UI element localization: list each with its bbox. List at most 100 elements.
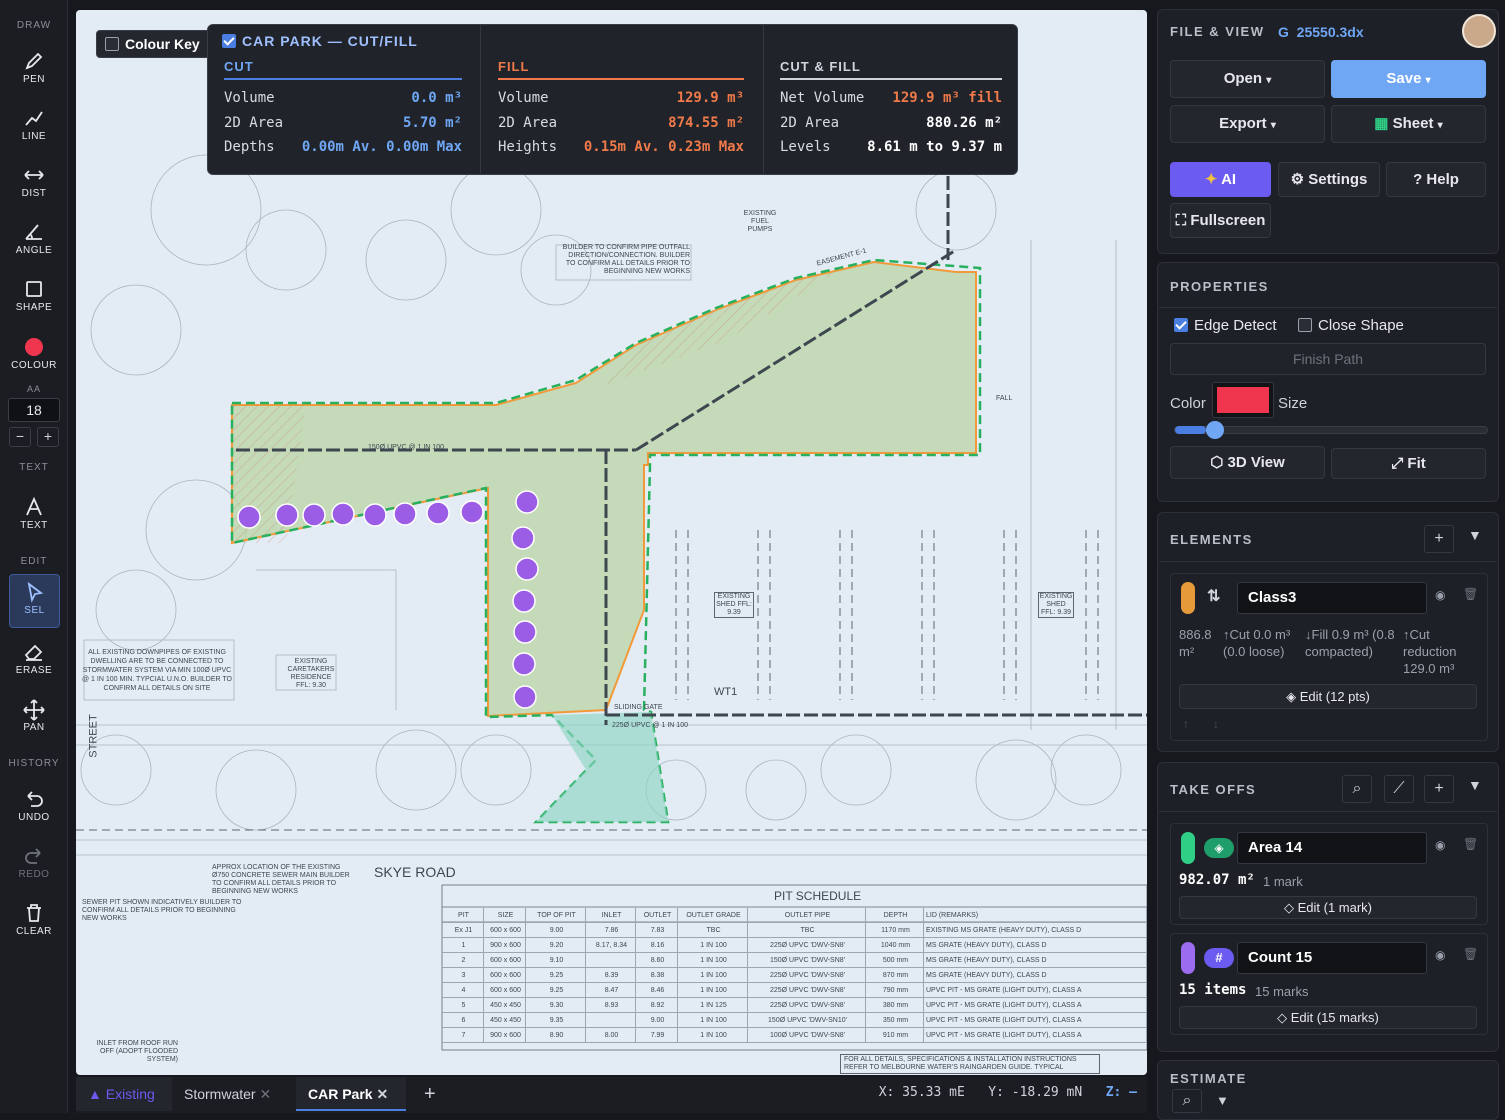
eye-icon[interactable]: ◉ [1435, 838, 1445, 852]
size-slider[interactable] [1174, 421, 1488, 439]
pit-table-row: 3 600 x 600 9.25 8.39 8.38 1 IN 100 225Ø UPVC … [442, 968, 1147, 983]
pit-table-header-row: PIT SIZE TOP OF PIT INLET OUTLET OUTLET GRADE… [442, 908, 1147, 923]
add-tab-button[interactable]: + [412, 1077, 444, 1111]
pit-schedule-table: PIT SIZE TOP OF PIT INLET OUTLET OUTLET GRADE… [442, 908, 1147, 1043]
edit-points-label: Edit (12 pts) [1299, 689, 1370, 704]
increase-size-button[interactable]: + [37, 427, 59, 447]
sheet-button[interactable]: ▦ Sheet ▾ [1331, 105, 1486, 143]
colour-tool-button[interactable]: COLOUR [6, 330, 62, 384]
settings-button[interactable]: ⚙ Settings [1278, 162, 1380, 197]
hash-icon[interactable]: # [1204, 948, 1234, 968]
cut-fill-checkbox[interactable] [222, 34, 236, 48]
pit-table-cell: 9.30 [526, 998, 586, 1012]
close-icon[interactable]: ✕ [376, 1086, 388, 1102]
close-shape-checkbox[interactable] [1298, 318, 1312, 332]
trash-icon[interactable]: 🗑 [1463, 947, 1478, 961]
move-down-icon[interactable]: ↓ [1213, 717, 1219, 731]
collapse-chevron-icon[interactable]: ▼ [1216, 1093, 1229, 1108]
divider [1159, 811, 1497, 812]
pit-table-cell: 225Ø UPVC 'DWV-SN8' [748, 983, 866, 997]
collapse-chevron-icon[interactable]: ▼ [1468, 777, 1482, 793]
tab-stormwater[interactable]: Stormwater ✕ [172, 1077, 292, 1111]
finish-path-button[interactable]: Finish Path [1170, 343, 1486, 375]
caret-down-icon: ▾ [1425, 75, 1431, 86]
cut-header: CUT [224, 59, 462, 80]
text-tool-button[interactable]: TEXT [6, 490, 62, 544]
takeoff-value: 982.07 m² [1179, 872, 1255, 888]
eye-icon[interactable]: ◉ [1435, 588, 1445, 602]
pit-table-row: 6 450 x 450 9.35 9.00 1 IN 100 150Ø UPVC 'DWV… [442, 1013, 1147, 1028]
trash-icon[interactable]: 🗑 [1463, 837, 1478, 851]
edit-marks-button[interactable]: ◇ Edit (1 mark) [1179, 896, 1477, 919]
collapse-chevron-icon[interactable]: ▼ [1468, 527, 1482, 543]
line-tool-button[interactable]: LINE [6, 101, 62, 155]
measure-tool-button[interactable]: ⟋ [1384, 775, 1414, 803]
shape-tool-button[interactable]: SHAPE [6, 272, 62, 326]
takeoff-color-pill[interactable] [1181, 832, 1195, 864]
3d-view-label: 3D View [1227, 454, 1285, 471]
ai-button[interactable]: ✦ AI [1170, 162, 1271, 197]
erase-tool-button[interactable]: ERASE [6, 635, 62, 689]
search-takeoffs-button[interactable]: ⌕ [1342, 775, 1372, 803]
pit-table-cell: 8.16 [636, 938, 678, 952]
move-up-icon[interactable]: ↑ [1183, 717, 1189, 731]
file-name-row[interactable]: G 25550.3dx [1278, 24, 1364, 40]
element-color-pill[interactable] [1181, 582, 1195, 614]
expand-icon: ⛶ [1175, 212, 1187, 229]
redo-button[interactable]: REDO [6, 839, 62, 893]
colour-key-checkbox[interactable] [105, 37, 119, 51]
color-picker[interactable] [1212, 382, 1274, 418]
export-button[interactable]: Export ▾ [1170, 105, 1325, 143]
sheet-label: Sheet [1392, 115, 1434, 132]
edge-detect-checkbox[interactable] [1174, 318, 1188, 332]
fit-button[interactable]: ⤢ Fit [1331, 448, 1486, 479]
select-tool-button[interactable]: SEL [9, 574, 60, 628]
tab-car-park[interactable]: CAR Park ✕ [296, 1077, 406, 1111]
wt1-label: WT1 [714, 686, 738, 698]
decrease-size-button[interactable]: − [9, 427, 31, 447]
pit-table-cell: 9.35 [526, 1013, 586, 1027]
angle-tool-button[interactable]: ANGLE [6, 215, 62, 269]
help-button[interactable]: ? Help [1386, 162, 1486, 197]
pit-table-cell: 7.86 [586, 923, 636, 937]
add-takeoff-button[interactable]: + [1424, 775, 1454, 803]
cut-area-value: 5.70 m² [402, 114, 462, 131]
colour-key-toggle[interactable]: Colour Key [96, 30, 211, 58]
search-estimate-button[interactable]: ⌕ [1172, 1089, 1202, 1113]
fullscreen-button[interactable]: ⛶ Fullscreen [1170, 203, 1271, 238]
edge-detect-option[interactable]: Edge Detect [1174, 317, 1277, 334]
pit-table-cell: 1 IN 100 [678, 968, 748, 982]
distance-tool-button[interactable]: DIST [6, 158, 62, 212]
edit-marks-label: Edit (15 marks) [1290, 1010, 1379, 1025]
pan-tool-button[interactable]: PAN [6, 692, 62, 746]
save-button[interactable]: Save ▾ [1331, 60, 1486, 98]
size-slider-handle[interactable] [1206, 421, 1225, 439]
close-icon[interactable]: ✕ [259, 1086, 271, 1102]
takeoff-marks: 15 marks [1255, 984, 1309, 999]
undo-button[interactable]: UNDO [6, 782, 62, 836]
element-name-field[interactable]: Class3 [1237, 582, 1427, 614]
pen-tool-button[interactable]: PEN [6, 44, 62, 98]
sort-icon[interactable]: ⇅ [1207, 586, 1220, 606]
downpipes-note: ALL EXISTING DOWNPIPES OF EXISTING DWELL… [82, 649, 233, 692]
close-shape-option[interactable]: Close Shape [1298, 317, 1404, 334]
clear-button[interactable]: CLEAR [6, 896, 62, 950]
area-eye-badge-icon[interactable]: ◈ [1204, 838, 1234, 858]
tab-existing[interactable]: ▲ Existing [76, 1077, 172, 1111]
open-button[interactable]: Open ▾ [1170, 60, 1325, 98]
takeoff-color-pill[interactable] [1181, 942, 1195, 974]
font-size-input[interactable]: 18 [8, 398, 60, 422]
takeoff-name-field[interactable]: Count 15 [1237, 942, 1427, 974]
takeoff-name-field[interactable]: Area 14 [1237, 832, 1427, 864]
pit-table-cell: UPVC PIT - MS GRATE (LIGHT DUTY), CLASS … [924, 998, 1147, 1012]
avatar[interactable] [1462, 14, 1496, 48]
elements-title: ELEMENTS [1170, 532, 1253, 547]
add-element-button[interactable]: + [1424, 525, 1454, 553]
pit-table-cell: 1 IN 125 [678, 998, 748, 1012]
trash-icon[interactable]: 🗑 [1463, 587, 1478, 601]
3d-view-button[interactable]: ⬡ 3D View [1170, 446, 1325, 479]
open-label: Open [1223, 70, 1263, 87]
eye-icon[interactable]: ◉ [1435, 948, 1445, 962]
edit-marks-button[interactable]: ◇ Edit (15 marks) [1179, 1006, 1477, 1029]
edit-points-button[interactable]: ◈ Edit (12 pts) [1179, 684, 1477, 709]
